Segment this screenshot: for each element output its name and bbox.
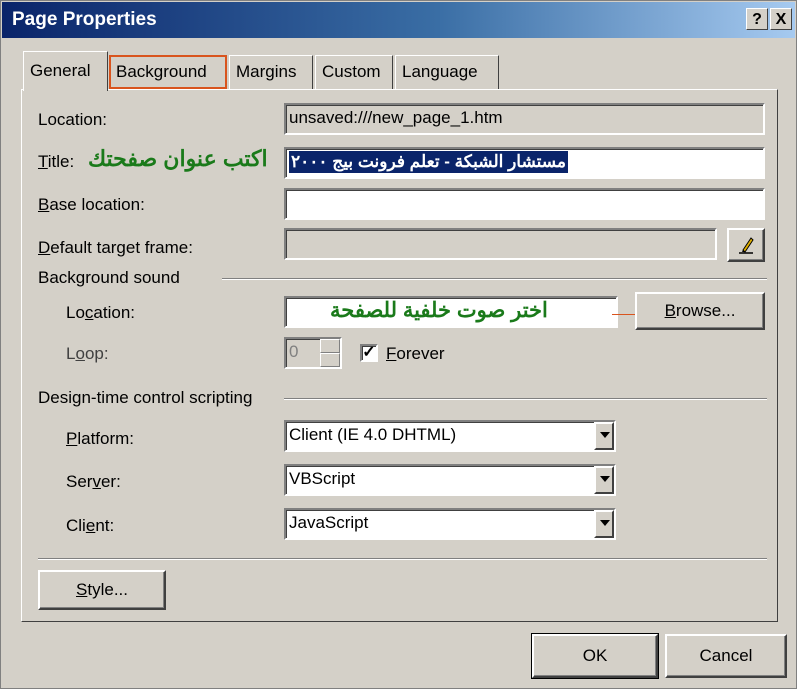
forever-checkbox[interactable]: ✓ bbox=[360, 344, 378, 362]
spin-up-icon bbox=[320, 339, 340, 353]
tab-margins-label: Margins bbox=[236, 62, 297, 81]
help-button[interactable]: ? bbox=[746, 8, 768, 30]
platform-label: Platform: bbox=[66, 429, 135, 448]
tab-language-label: Language bbox=[402, 62, 478, 81]
client-value: JavaScript bbox=[289, 513, 369, 532]
server-select[interactable]: VBScript bbox=[284, 464, 616, 496]
title-label: Title: bbox=[38, 152, 75, 171]
forever-label[interactable]: Forever bbox=[386, 344, 445, 364]
background-sound-group-label: Background sound bbox=[38, 268, 180, 287]
background-sound-divider bbox=[222, 278, 767, 280]
checkmark-icon: ✓ bbox=[362, 344, 376, 361]
cancel-button-label: Cancel bbox=[699, 646, 753, 665]
browse-button[interactable]: Browse... bbox=[635, 292, 765, 330]
loop-label: Loop: bbox=[66, 344, 109, 363]
spin-down-icon bbox=[320, 353, 340, 367]
location-value: unsaved:///new_page_1.htm bbox=[289, 108, 503, 127]
tab-margins[interactable]: Margins bbox=[229, 55, 313, 89]
client-dropdown-arrow-icon[interactable] bbox=[594, 510, 614, 538]
platform-value: Client (IE 4.0 DHTML) bbox=[289, 425, 457, 444]
platform-select[interactable]: Client (IE 4.0 DHTML) bbox=[284, 420, 616, 452]
base-location-input[interactable] bbox=[284, 188, 765, 220]
pencil-icon bbox=[739, 237, 754, 254]
server-value: VBScript bbox=[289, 469, 356, 488]
tab-general[interactable]: General bbox=[23, 51, 108, 91]
sound-location-input[interactable]: اختر صوت خلفية للصفحة bbox=[284, 296, 618, 328]
loop-value: 0 bbox=[289, 342, 299, 361]
title-bar[interactable]: Page Properties ? X bbox=[2, 2, 795, 38]
title-annotation: اكتب عنوان صفحتك bbox=[88, 146, 268, 171]
browse-button-label: Browse... bbox=[664, 301, 736, 320]
cancel-button[interactable]: Cancel bbox=[665, 634, 787, 678]
ok-button[interactable]: OK bbox=[531, 633, 659, 679]
loop-spinner: 0 bbox=[284, 337, 342, 369]
bottom-divider bbox=[38, 558, 767, 560]
base-location-label: Base location: bbox=[38, 195, 145, 214]
close-button[interactable]: X bbox=[770, 8, 792, 30]
client-label: Client: bbox=[66, 516, 115, 535]
title-input[interactable]: مستشار الشبكة - تعلم فرونت بيج ٢٠٠٠ bbox=[284, 147, 765, 179]
server-label: Server: bbox=[66, 472, 121, 491]
server-dropdown-arrow-icon[interactable] bbox=[594, 466, 614, 494]
tab-custom-label: Custom bbox=[322, 62, 381, 81]
client-select[interactable]: JavaScript bbox=[284, 508, 616, 540]
tab-language[interactable]: Language bbox=[395, 55, 499, 89]
page-properties-dialog: Page Properties ? X General Background M… bbox=[0, 0, 797, 689]
sound-location-label: Location: bbox=[66, 303, 136, 322]
window-title: Page Properties bbox=[12, 9, 157, 30]
style-button-label: Style... bbox=[76, 580, 128, 599]
default-target-frame-label: Default target frame: bbox=[38, 238, 193, 257]
platform-dropdown-arrow-icon[interactable] bbox=[594, 422, 614, 450]
tab-general-label: General bbox=[30, 61, 91, 80]
ok-button-label: OK bbox=[582, 646, 608, 665]
location-label: Location: bbox=[38, 110, 107, 129]
scripting-group-label: Design-time control scripting bbox=[38, 388, 253, 407]
scripting-divider bbox=[284, 398, 767, 400]
sound-location-value: اختر صوت خلفية للصفحة bbox=[330, 299, 548, 322]
default-target-frame-field bbox=[284, 228, 717, 260]
title-value: مستشار الشبكة - تعلم فرونت بيج ٢٠٠٠ bbox=[289, 151, 569, 173]
tab-background-label: Background bbox=[116, 62, 207, 81]
style-button[interactable]: Style... bbox=[38, 570, 166, 610]
location-field: unsaved:///new_page_1.htm bbox=[284, 103, 765, 135]
edit-target-frame-button[interactable] bbox=[727, 228, 765, 262]
tab-background[interactable]: Background bbox=[109, 55, 227, 89]
tab-panel-general: Location: unsaved:///new_page_1.htm Titl… bbox=[21, 89, 778, 622]
tab-custom[interactable]: Custom bbox=[315, 55, 393, 89]
